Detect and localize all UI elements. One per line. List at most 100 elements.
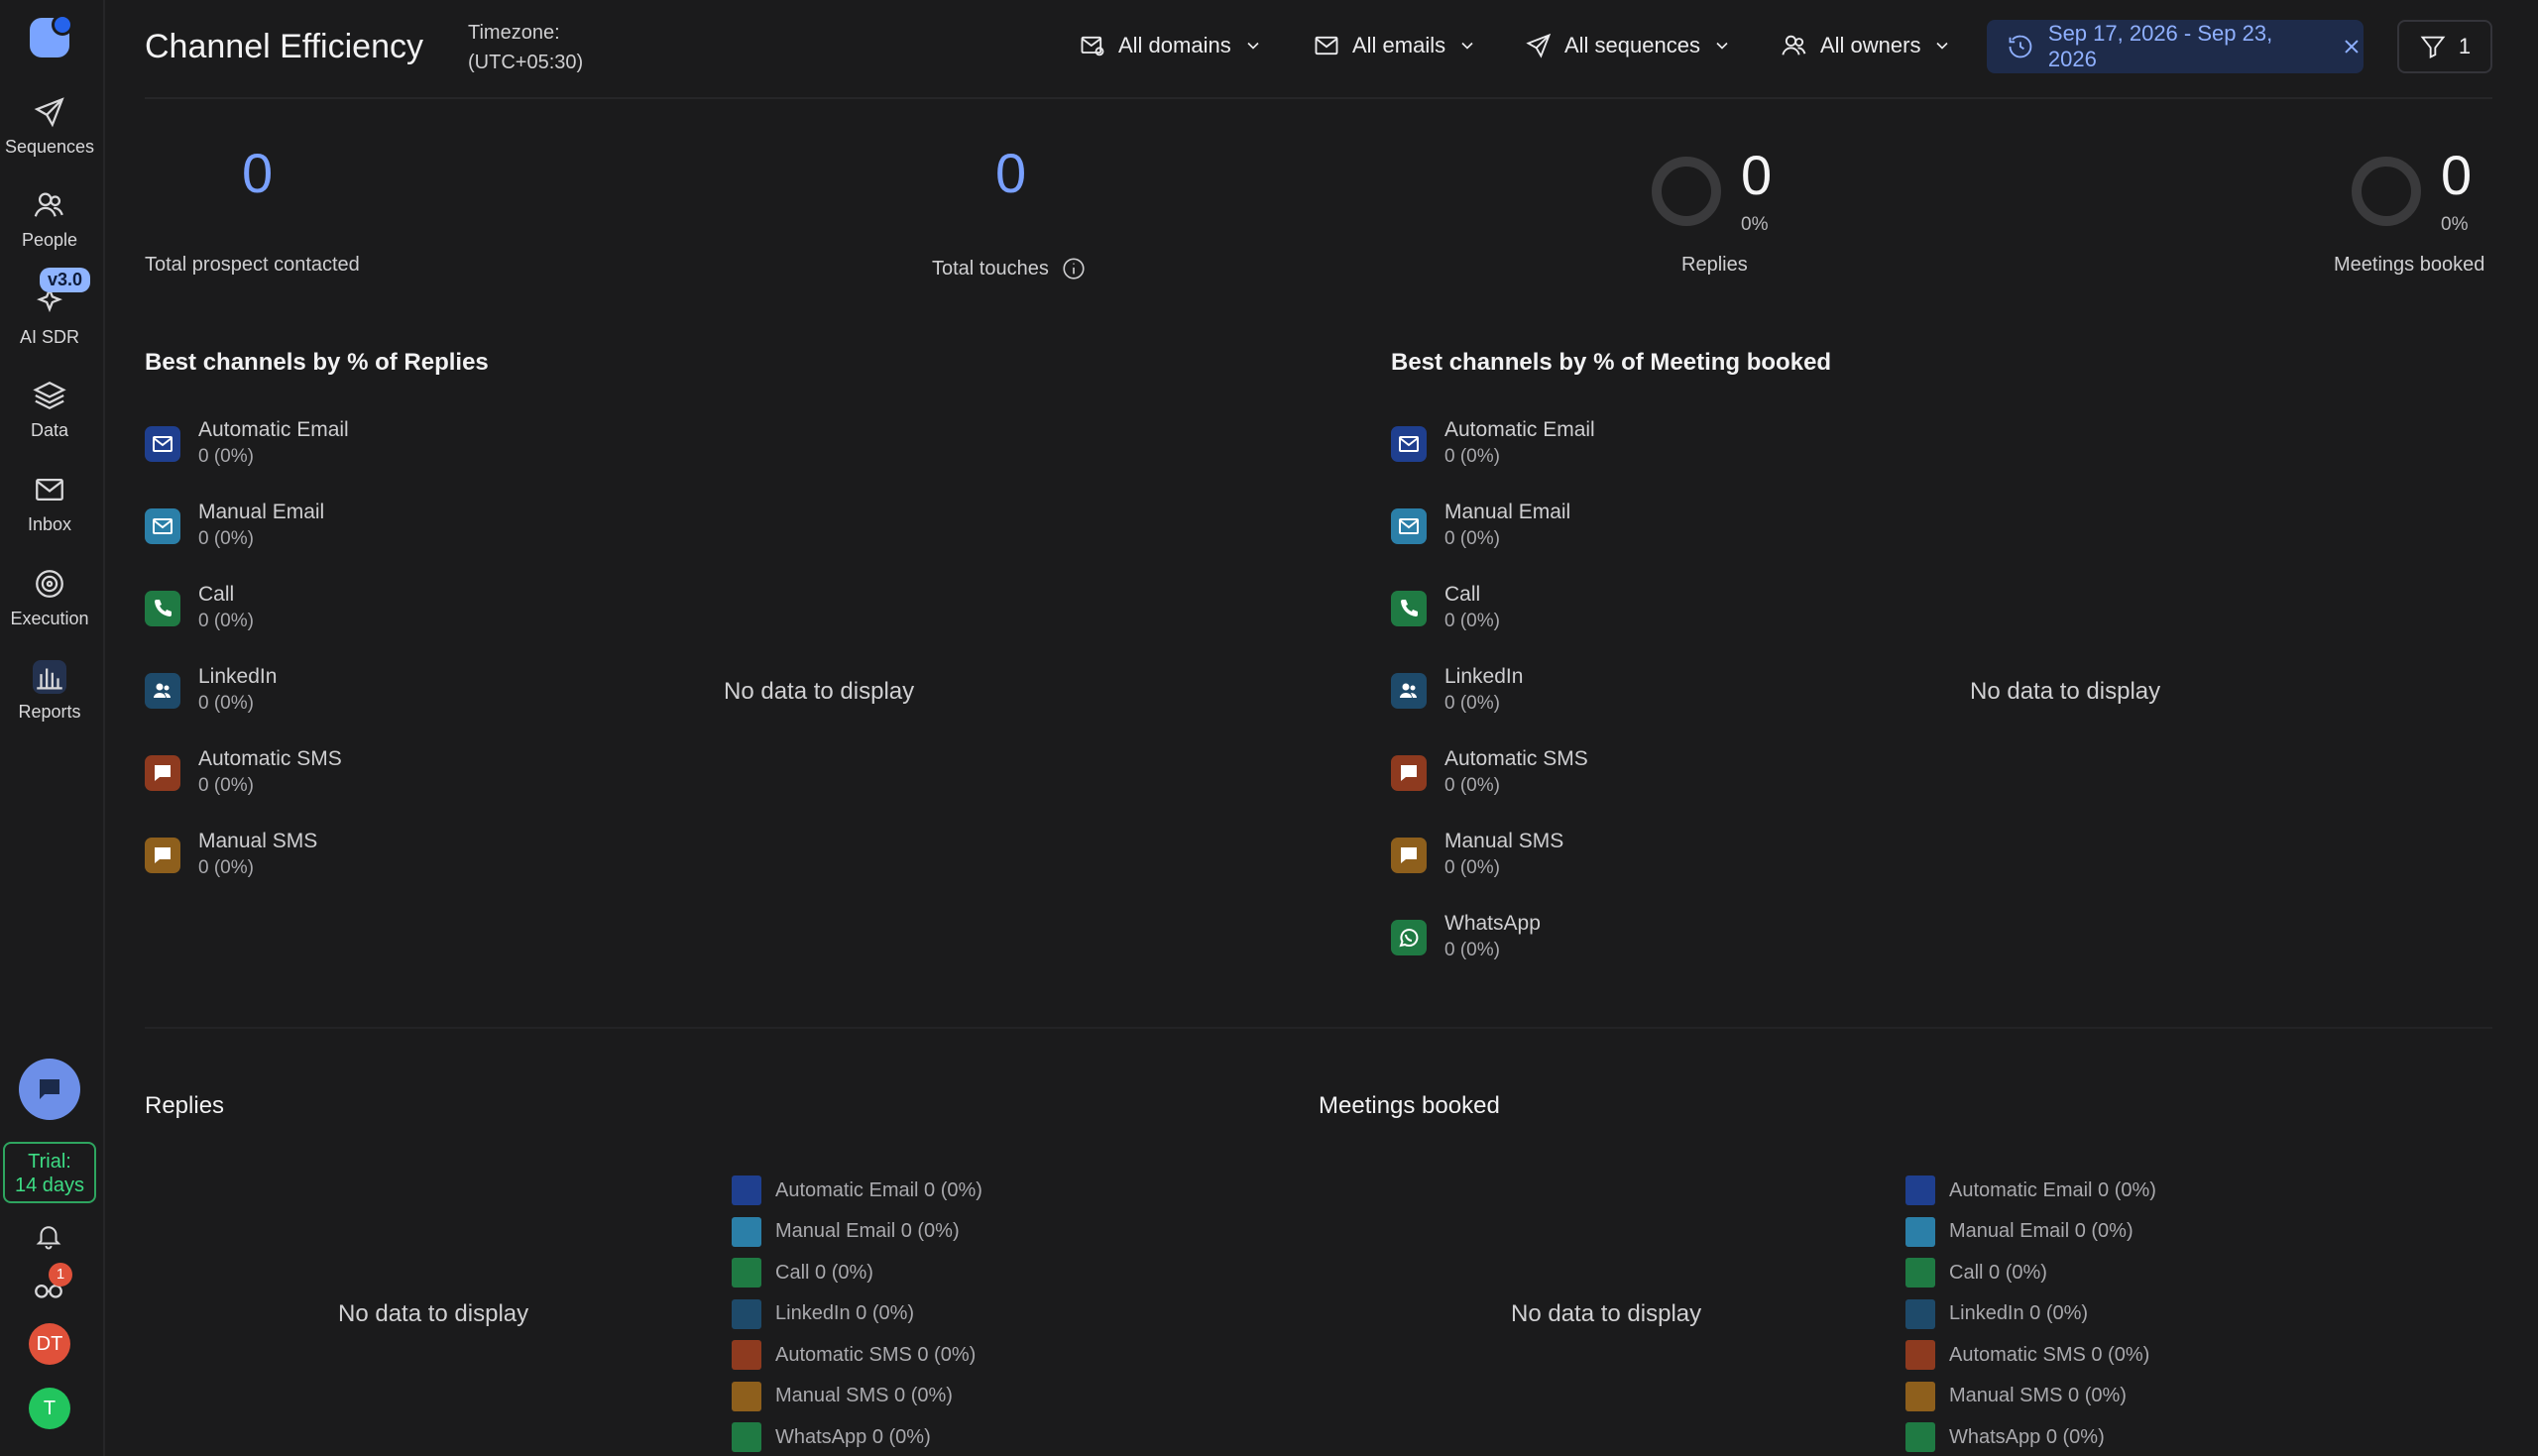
header-bar: Channel Efficiency Timezone: (UTC+05:30)… bbox=[145, 0, 2492, 99]
history-icon bbox=[2009, 35, 2032, 58]
legend-swatch bbox=[1905, 1298, 1935, 1329]
channel-name: LinkedIn bbox=[198, 665, 278, 688]
sidebar-item-inbox[interactable]: Inbox bbox=[0, 473, 99, 535]
close-icon[interactable] bbox=[2340, 35, 2364, 58]
channel-name: LinkedIn bbox=[1444, 665, 1524, 688]
owners-filter[interactable]: All owners bbox=[1781, 22, 1952, 69]
legend-item: LinkedIn 0 (0%) bbox=[1905, 1298, 2088, 1329]
meetings-label: Meetings booked bbox=[2334, 254, 2485, 276]
app-logo[interactable] bbox=[30, 14, 73, 57]
owners-filter-label: All owners bbox=[1820, 33, 1921, 57]
chevron-down-icon bbox=[1936, 42, 1949, 50]
sidebar-item-people[interactable]: People bbox=[0, 188, 99, 251]
legend-swatch bbox=[732, 1381, 761, 1411]
chat-support-button[interactable] bbox=[19, 1059, 80, 1120]
legend-label: Call 0 (0%) bbox=[775, 1261, 873, 1284]
mail-icon bbox=[1315, 36, 1338, 56]
touches-count: 0 bbox=[995, 142, 1027, 204]
timezone-label: Timezone: bbox=[468, 22, 560, 44]
avatar[interactable]: DT bbox=[29, 1323, 70, 1365]
chat-icon bbox=[40, 1079, 59, 1099]
people-icon bbox=[1391, 673, 1427, 709]
legend-item: Manual SMS 0 (0%) bbox=[1905, 1381, 2127, 1411]
channel-name: Call bbox=[198, 583, 235, 606]
info-icon[interactable] bbox=[1061, 256, 1087, 281]
emails-filter-label: All emails bbox=[1352, 33, 1446, 57]
whatsapp-icon bbox=[1391, 920, 1427, 955]
avatar[interactable]: T bbox=[29, 1388, 70, 1429]
channel-value: 0 (0%) bbox=[198, 611, 254, 631]
legend-label: Automatic SMS 0 (0%) bbox=[775, 1343, 977, 1366]
trial-badge[interactable]: Trial: 14 days bbox=[3, 1142, 96, 1203]
channel-name: Automatic Email bbox=[198, 418, 349, 441]
phone-icon bbox=[1391, 591, 1427, 626]
channel-name: Manual SMS bbox=[198, 830, 318, 852]
filter-button[interactable]: 1 bbox=[2397, 20, 2492, 73]
channel-value: 0 (0%) bbox=[1444, 528, 1500, 549]
target-icon bbox=[33, 567, 66, 601]
channel-value: 0 (0%) bbox=[1444, 940, 1500, 960]
replies-count: 0 bbox=[1741, 144, 1773, 206]
legend-label: Manual SMS 0 (0%) bbox=[1949, 1385, 2127, 1406]
timezone-value: (UTC+05:30) bbox=[468, 52, 584, 73]
best-meetings-no-data: No data to display bbox=[1970, 678, 2161, 705]
chevron-down-icon bbox=[1461, 42, 1473, 50]
prospects-count: 0 bbox=[242, 142, 274, 204]
channel-value: 0 (0%) bbox=[198, 857, 254, 878]
channel-value: 0 (0%) bbox=[1444, 446, 1500, 467]
chevron-down-icon bbox=[1716, 42, 1728, 50]
mail-icon bbox=[145, 426, 180, 462]
best-meetings-title: Best channels by % of Meeting booked bbox=[1391, 349, 1832, 376]
sidebar-item-label: Execution bbox=[10, 609, 89, 628]
legend-label: Automatic Email 0 (0%) bbox=[1949, 1178, 2156, 1201]
legend-swatch bbox=[732, 1216, 761, 1247]
meetings-ring bbox=[2352, 157, 2421, 226]
domains-filter[interactable]: All domains bbox=[1079, 22, 1263, 69]
domains-filter-label: All domains bbox=[1118, 33, 1231, 57]
sidebar-item-ai-sdr[interactable]: AI SDR bbox=[0, 285, 99, 348]
mail-at-icon bbox=[1081, 36, 1104, 56]
sidebar-item-sequences[interactable]: Sequences bbox=[0, 95, 99, 158]
meetings-chart-title: Meetings booked bbox=[1319, 1092, 1500, 1119]
bell-icon[interactable] bbox=[34, 1221, 63, 1256]
legend-swatch bbox=[732, 1422, 761, 1452]
legend-item: Automatic Email 0 (0%) bbox=[732, 1176, 982, 1205]
meetings-percent: 0% bbox=[2441, 214, 2469, 235]
sidebar-item-reports[interactable]: Reports bbox=[0, 660, 99, 723]
sidebar-item-label: People bbox=[21, 230, 78, 250]
sequences-filter[interactable]: All sequences bbox=[1525, 22, 1732, 69]
sidebar-item-execution[interactable]: Execution bbox=[0, 567, 99, 629]
legend-swatch bbox=[1905, 1340, 1935, 1370]
chevron-down-icon bbox=[1247, 42, 1259, 50]
timezone-info: Timezone: (UTC+05:30) bbox=[468, 18, 583, 77]
trial-days: 14 days bbox=[14, 1175, 85, 1196]
sidebar-item-data[interactable]: Data bbox=[0, 379, 99, 441]
sidebar-item-label: Inbox bbox=[27, 514, 72, 534]
date-range-picker[interactable]: Sep 17, 2026 - Sep 23, 2026 bbox=[1987, 20, 2364, 73]
legend-swatch bbox=[732, 1340, 761, 1370]
legend-swatch bbox=[1905, 1381, 1935, 1411]
legend-label: Manual SMS 0 (0%) bbox=[775, 1385, 953, 1406]
notification-count: 1 bbox=[49, 1263, 72, 1287]
replies-label: Replies bbox=[1681, 254, 1748, 276]
emails-filter[interactable]: All emails bbox=[1313, 22, 1477, 69]
sidebar-item-label: Data bbox=[30, 420, 69, 440]
channel-name: WhatsApp bbox=[1444, 912, 1541, 935]
best-replies-title: Best channels by % of Replies bbox=[145, 349, 489, 376]
channel-value: 0 (0%) bbox=[1444, 775, 1500, 796]
people-icon bbox=[33, 188, 66, 222]
meetings-chart-no-data: No data to display bbox=[1511, 1300, 1702, 1327]
legend-item: Manual SMS 0 (0%) bbox=[732, 1381, 953, 1411]
replies-chart-no-data: No data to display bbox=[338, 1300, 529, 1327]
legend-item: Call 0 (0%) bbox=[1905, 1258, 2047, 1288]
trial-label: Trial: bbox=[28, 1151, 71, 1173]
legend-swatch bbox=[732, 1176, 761, 1205]
replies-ring bbox=[1652, 157, 1721, 226]
sms-icon bbox=[145, 755, 180, 791]
legend-item: LinkedIn 0 (0%) bbox=[732, 1298, 914, 1329]
sms-icon bbox=[1391, 838, 1427, 873]
version-badge: v3.0 bbox=[40, 268, 91, 292]
legend-swatch bbox=[1905, 1216, 1935, 1247]
funnel-icon bbox=[2420, 36, 2446, 59]
sms-icon bbox=[145, 838, 180, 873]
